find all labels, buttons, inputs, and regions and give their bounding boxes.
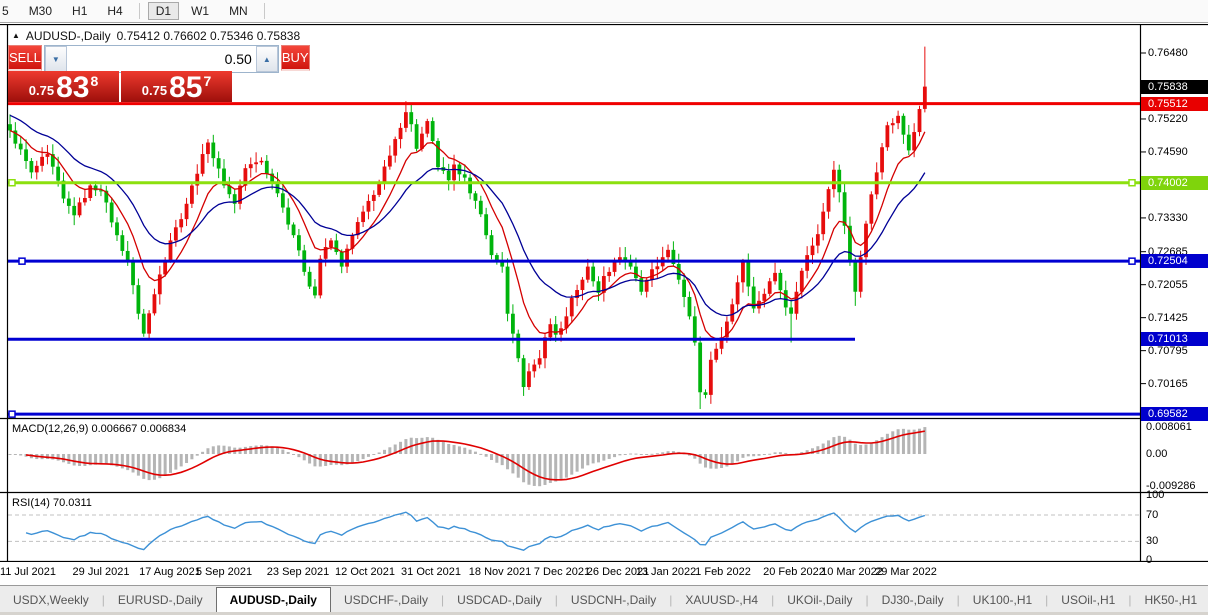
- rsi-scale-label: 30: [1146, 535, 1206, 547]
- symbol-tab-usoil[interactable]: USOil-,H1: [1048, 586, 1128, 613]
- hline-handle[interactable]: [1129, 180, 1135, 186]
- timeframe-button-w1[interactable]: W1: [183, 2, 217, 20]
- symbol-tab-dj30[interactable]: DJ30-,Daily: [869, 586, 957, 613]
- date-axis-label: 11 Jul 2021: [0, 566, 56, 578]
- buy-price-button[interactable]: 0.75 85 7: [121, 71, 232, 102]
- symbol-tab-bar: USDX,Weekly|EURUSD-,DailyAUDUSD-,DailyUS…: [0, 585, 1208, 613]
- symbol-tab-usdcnh[interactable]: USDCNH-,Daily: [558, 586, 669, 613]
- price-axis-badge: 0.74002: [1141, 176, 1208, 190]
- sell-price-prefix: 0.75: [29, 83, 54, 98]
- macd-indicator-label: MACD(12,26,9) 0.006667 0.006834: [12, 423, 186, 435]
- price-axis-tick: 0.73330: [1148, 212, 1206, 224]
- date-axis-label: 10 Mar 2022: [821, 566, 883, 578]
- date-axis-label: 29 Mar 2022: [875, 566, 937, 578]
- chart-window: ▲ AUDUSD-,Daily 0.75412 0.76602 0.75346 …: [0, 24, 1208, 562]
- date-axis-label: 12 Oct 2021: [335, 566, 395, 578]
- sell-price-button[interactable]: 0.75 83 8: [8, 71, 119, 102]
- timeframe-button-d1[interactable]: D1: [148, 2, 179, 20]
- price-axis-tick: 0.76480: [1148, 47, 1206, 59]
- chart-title: ▲ AUDUSD-,Daily 0.75412 0.76602 0.75346 …: [12, 29, 300, 43]
- rsi-scale-label: 0: [1146, 554, 1206, 566]
- date-axis-label: 23 Sep 2021: [267, 566, 329, 578]
- volume-spinner: ▼ ▲: [44, 45, 279, 73]
- volume-decrease-button[interactable]: ▼: [45, 46, 67, 72]
- symbol-tab-ukoil[interactable]: UKOil-,Daily: [774, 586, 865, 613]
- price-axis-badge: 0.75512: [1141, 97, 1208, 111]
- buy-price-big: 85: [169, 75, 202, 101]
- timeframe-button-mn[interactable]: MN: [221, 2, 256, 20]
- symbol-tab-usdcad[interactable]: USDCAD-,Daily: [444, 586, 555, 613]
- macd-scale-label: 0.008061: [1146, 421, 1206, 433]
- price-axis-tick: 0.72055: [1148, 279, 1206, 291]
- symbol-tab-hk50[interactable]: HK50-,H1: [1131, 586, 1208, 613]
- symbol-tab-xauusd[interactable]: XAUUSD-,H4: [672, 586, 771, 613]
- sell-button[interactable]: SELL: [8, 45, 42, 71]
- macd-scale-label: 0.00: [1146, 448, 1206, 460]
- chart-symbol-label: AUDUSD-,Daily: [26, 29, 111, 43]
- timeframe-button-5[interactable]: 5: [0, 2, 17, 20]
- date-axis-label: 17 Aug 2021: [139, 566, 201, 578]
- date-axis-label: 20 Feb 2022: [763, 566, 825, 578]
- buy-price-sup: 7: [203, 73, 211, 89]
- symbol-tab-uk100[interactable]: UK100-,H1: [960, 586, 1045, 613]
- rsi-indicator-label: RSI(14) 70.0311: [12, 497, 92, 509]
- timeframe-button-h1[interactable]: H1: [64, 2, 95, 20]
- date-axis-label: 29 Jul 2021: [73, 566, 130, 578]
- volume-increase-button[interactable]: ▲: [256, 46, 278, 72]
- symbol-arrow-icon: ▲: [12, 31, 20, 40]
- symbol-tab-audusd[interactable]: AUDUSD-,Daily: [216, 587, 331, 613]
- price-axis-badge: 0.71013: [1141, 332, 1208, 346]
- symbol-tab-usdx[interactable]: USDX,Weekly: [0, 586, 102, 613]
- symbol-tab-usdchf[interactable]: USDCHF-,Daily: [331, 586, 441, 613]
- price-axis-tick: 0.70165: [1148, 378, 1206, 390]
- date-axis-label: 18 Nov 2021: [469, 566, 531, 578]
- timeframe-toolbar: 5M30H1H4 D1W1MN: [0, 0, 1208, 23]
- date-axis-label: 7 Dec 2021: [534, 566, 590, 578]
- hline-handle[interactable]: [19, 258, 25, 264]
- timeframe-button-m30[interactable]: M30: [21, 2, 60, 20]
- chart-canvas[interactable]: [0, 24, 1208, 562]
- toolbar-separator: [139, 3, 140, 19]
- price-axis-badge: 0.75838: [1141, 80, 1208, 94]
- price-axis-tick: 0.71425: [1148, 312, 1206, 324]
- rsi-scale-label: 70: [1146, 509, 1206, 521]
- volume-input[interactable]: [67, 46, 256, 72]
- chart-ohlc-values: 0.75412 0.76602 0.75346 0.75838: [117, 29, 301, 43]
- hline-handle[interactable]: [9, 180, 15, 186]
- sell-price-sup: 8: [90, 73, 98, 89]
- symbol-tab-eurusd[interactable]: EURUSD-,Daily: [105, 586, 216, 613]
- buy-button[interactable]: BUY: [281, 45, 310, 71]
- toolbar-separator: [264, 3, 265, 19]
- date-axis-label: 13 Jan 2022: [636, 566, 697, 578]
- date-axis-label: 31 Oct 2021: [401, 566, 461, 578]
- hline-handle[interactable]: [9, 411, 15, 417]
- rsi-scale-label: 100: [1146, 489, 1206, 501]
- buy-price-prefix: 0.75: [142, 83, 167, 98]
- date-axis-label: 5 Sep 2021: [196, 566, 252, 578]
- price-axis-tick: 0.74590: [1148, 146, 1206, 158]
- one-click-trade-panel: SELL ▼ ▲ BUY 0.75 83 8 0.75 85 7: [8, 45, 232, 104]
- hline-handle[interactable]: [1129, 258, 1135, 264]
- price-axis-badge: 0.69582: [1141, 407, 1208, 421]
- sell-price-big: 83: [56, 75, 89, 101]
- timeframe-button-h4[interactable]: H4: [99, 2, 130, 20]
- date-axis-label: 1 Feb 2022: [695, 566, 751, 578]
- price-axis-badge: 0.72504: [1141, 254, 1208, 268]
- price-axis-tick: 0.70795: [1148, 345, 1206, 357]
- price-axis-tick: 0.75220: [1148, 113, 1206, 125]
- trading-app-window: 5M30H1H4 D1W1MN ▲ AUDUSD-,Daily 0.75412 0…: [0, 0, 1208, 615]
